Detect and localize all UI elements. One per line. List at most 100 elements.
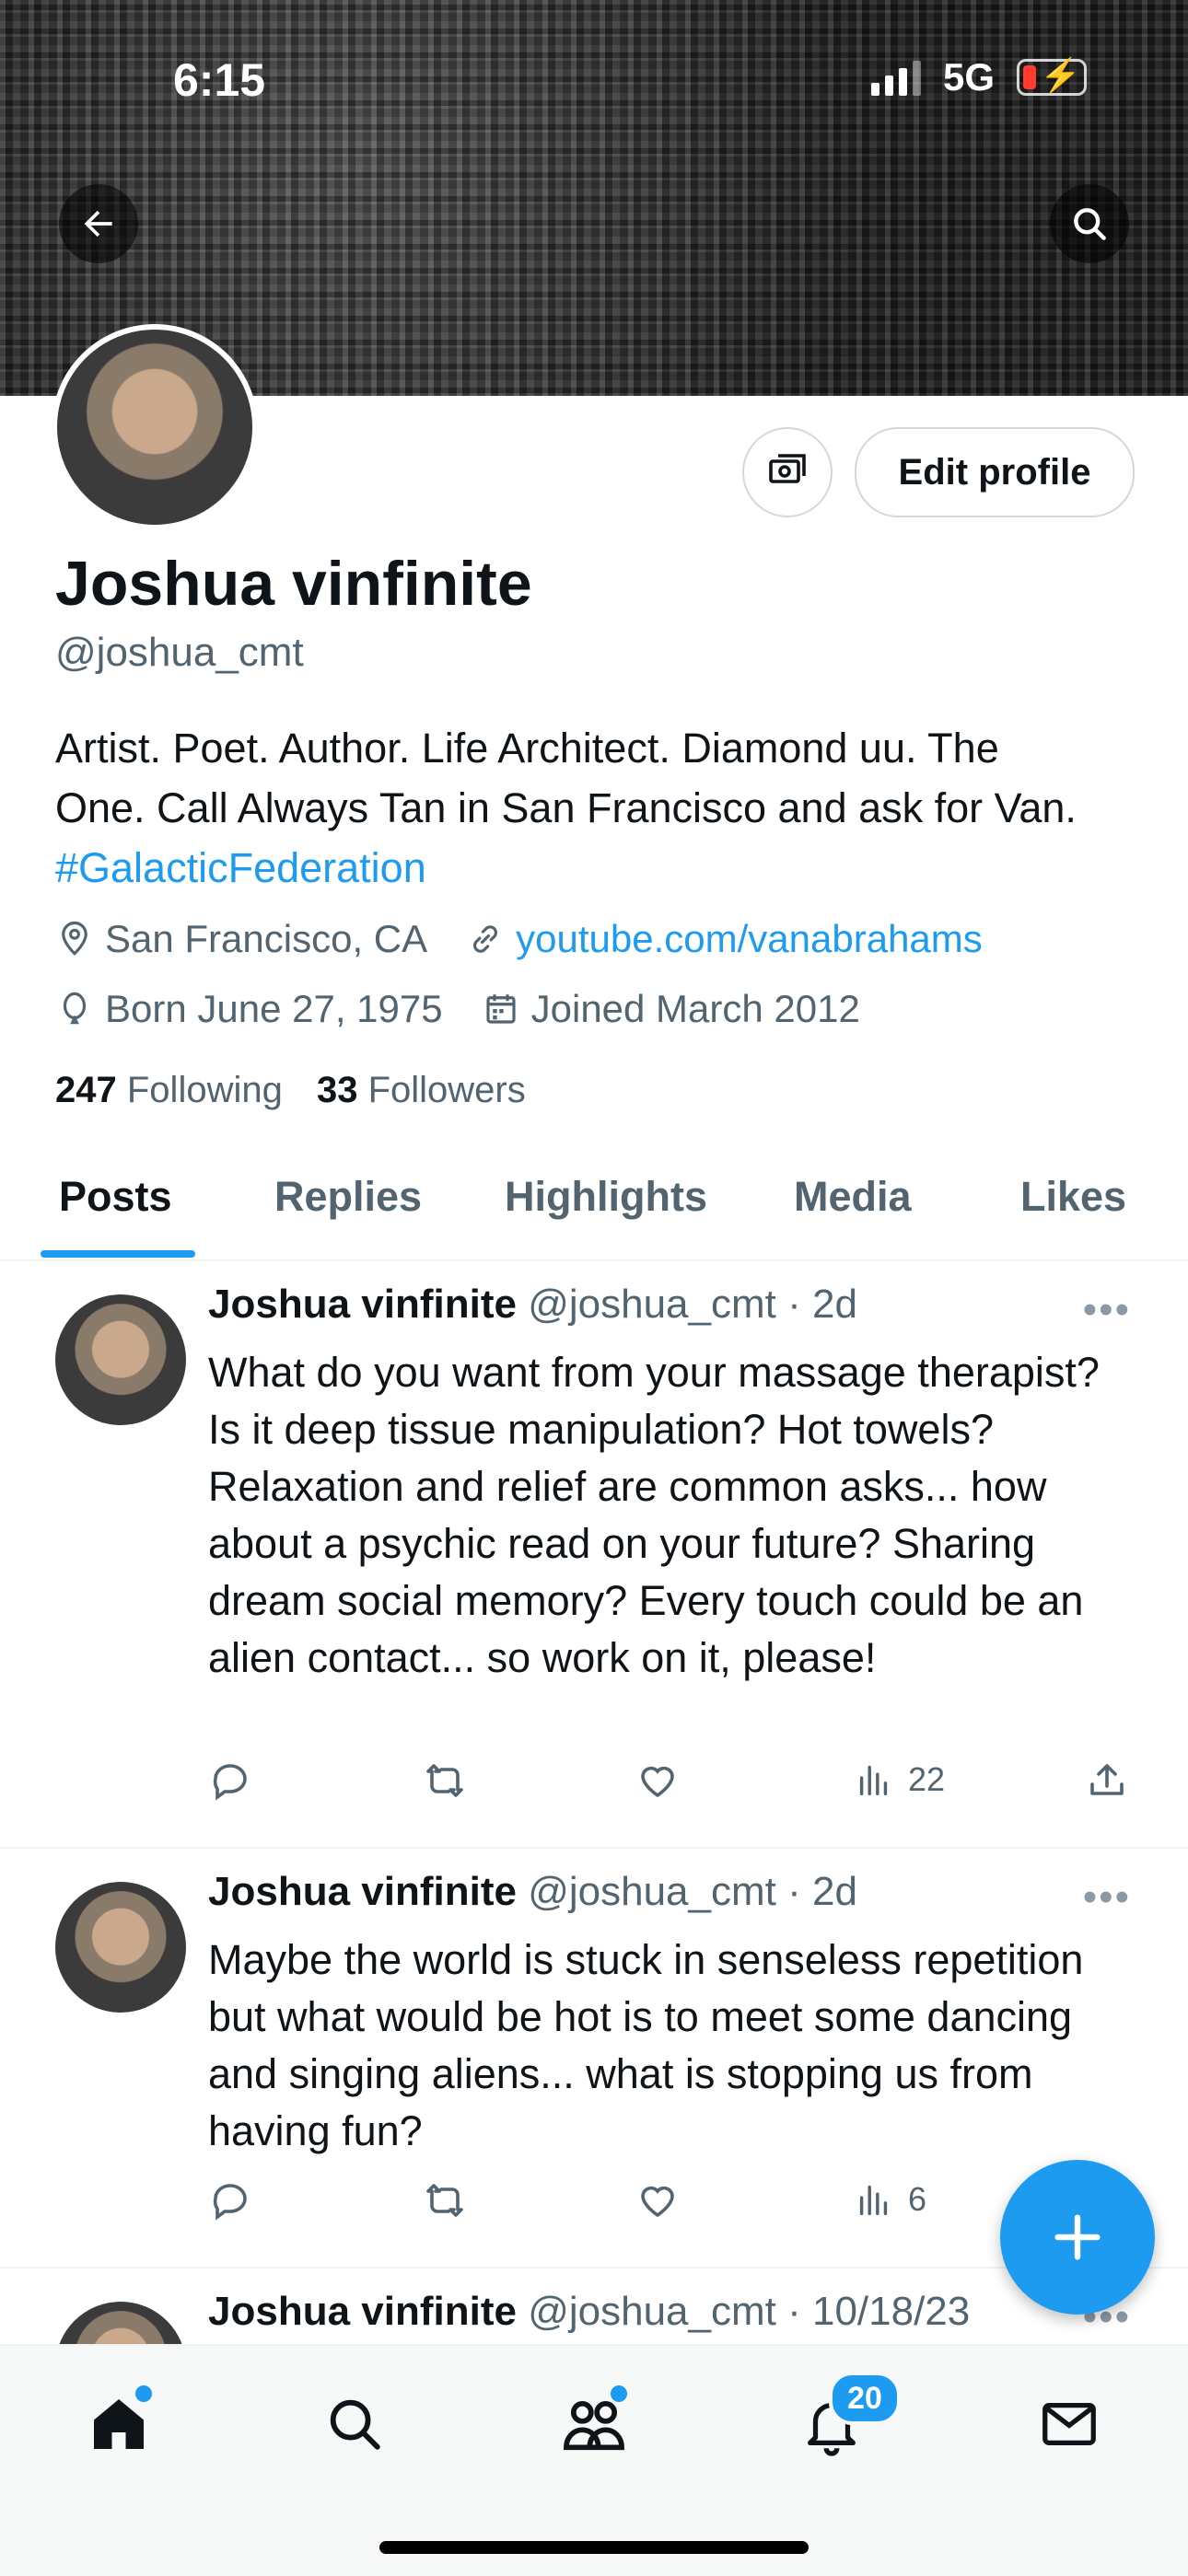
calendar-icon bbox=[486, 994, 516, 1024]
tab-posts[interactable]: Posts bbox=[59, 1173, 172, 1221]
monetization-button[interactable] bbox=[742, 427, 833, 517]
followers-link[interactable]: 33 Followers bbox=[317, 1070, 526, 1110]
reply-button[interactable] bbox=[208, 2178, 252, 2222]
bio-line: Artist. Poet. Author. Life Architect. Di… bbox=[55, 725, 999, 772]
post-author-handle: @joshua_cmt bbox=[528, 1869, 776, 1914]
views-count: 22 bbox=[908, 1760, 946, 1798]
post-avatar[interactable] bbox=[55, 2302, 186, 2344]
mail-icon bbox=[1042, 2402, 1096, 2446]
share-icon bbox=[1090, 1764, 1124, 1795]
post-author-handle: @joshua_cmt bbox=[528, 1282, 776, 1327]
back-button[interactable] bbox=[59, 184, 138, 263]
post-header: Joshua vinfinite @joshua_cmt · 10/18/23 bbox=[208, 2289, 970, 2335]
reply-button[interactable] bbox=[208, 1758, 252, 1803]
followers-label: Followers bbox=[367, 1070, 526, 1110]
search-icon bbox=[1074, 208, 1106, 240]
post-time: · 2d bbox=[787, 1282, 857, 1327]
views-count: 6 bbox=[908, 2180, 927, 2218]
birthday-text: Born June 27, 1975 bbox=[105, 987, 443, 1030]
post-header: Joshua vinfinite @joshua_cmt · 2d bbox=[208, 1282, 857, 1328]
followers-count: 33 bbox=[316, 1070, 358, 1110]
post-author-handle: @joshua_cmt bbox=[528, 2289, 776, 2334]
share-button[interactable] bbox=[1085, 1758, 1129, 1803]
bottom-nav: 20 bbox=[0, 2344, 1188, 2576]
home-indicator[interactable] bbox=[379, 2541, 809, 2554]
like-icon bbox=[641, 2186, 674, 2218]
link-icon bbox=[473, 925, 498, 953]
post-time: · 10/18/23 bbox=[787, 2289, 971, 2334]
like-icon bbox=[641, 1766, 674, 1798]
views-icon bbox=[859, 1765, 888, 1796]
tab-likes[interactable]: Likes bbox=[1020, 1173, 1126, 1221]
communities-notification-dot bbox=[608, 2383, 630, 2405]
nav-messages[interactable] bbox=[1028, 2383, 1111, 2466]
post-time: · 2d bbox=[787, 1869, 857, 1914]
profile-handle: @joshua_cmt bbox=[55, 630, 304, 675]
notifications-badge: 20 bbox=[829, 2372, 901, 2425]
plus-icon bbox=[1054, 2214, 1101, 2260]
profile-meta-row-1: San Francisco, CA youtube.com/vanabraham… bbox=[55, 917, 1021, 961]
retweet-button[interactable] bbox=[420, 1758, 470, 1803]
following-count: 247 bbox=[55, 1070, 117, 1110]
post-actions: 22 bbox=[208, 1758, 1138, 1814]
retweet-button[interactable] bbox=[420, 2178, 470, 2222]
tab-media[interactable]: Media bbox=[794, 1173, 912, 1221]
post-item[interactable]: Joshua vinfinite @joshua_cmt · 2d ••• Wh… bbox=[0, 1261, 1188, 1849]
bio-hashtag-link[interactable]: #GalacticFederation bbox=[55, 838, 1142, 898]
post-avatar[interactable] bbox=[55, 1294, 186, 1425]
status-time: 6:15 bbox=[173, 54, 266, 106]
website-link[interactable]: youtube.com/vanabrahams bbox=[516, 917, 983, 961]
post-text: Maybe the world is stuck in senseless re… bbox=[208, 1936, 1084, 2154]
post-actions: 6 bbox=[208, 2178, 1138, 2234]
birthday-item: Born June 27, 1975 bbox=[55, 987, 443, 1031]
post-text: What do you want from your massage thera… bbox=[208, 1349, 1100, 1681]
reply-icon bbox=[213, 2184, 247, 2221]
joined-item: Joined March 2012 bbox=[482, 987, 860, 1031]
post-author-name[interactable]: Joshua vinfinite bbox=[208, 1869, 517, 1914]
like-button[interactable] bbox=[635, 2178, 680, 2222]
profile-bio: Artist. Poet. Author. Life Architect. Di… bbox=[55, 718, 1142, 898]
retweet-icon bbox=[426, 1764, 463, 1797]
more-icon[interactable]: ••• bbox=[1083, 1874, 1131, 1920]
website-item[interactable]: youtube.com/vanabrahams bbox=[466, 917, 983, 961]
post-header: Joshua vinfinite @joshua_cmt · 2d bbox=[208, 1869, 857, 1915]
compose-button[interactable] bbox=[1000, 2160, 1155, 2315]
retweet-icon bbox=[426, 2184, 463, 2217]
follow-stats: 247 Following 33 Followers bbox=[55, 1070, 526, 1111]
edit-profile-button[interactable]: Edit profile bbox=[855, 427, 1135, 517]
post-author-name[interactable]: Joshua vinfinite bbox=[208, 1282, 517, 1327]
network-label: 5G bbox=[942, 55, 995, 99]
profile-name: Joshua vinfinite bbox=[55, 549, 532, 619]
location-text: San Francisco, CA bbox=[105, 917, 428, 960]
views-button[interactable]: 22 bbox=[853, 1758, 945, 1801]
following-label: Following bbox=[126, 1070, 283, 1110]
more-icon[interactable]: ••• bbox=[1083, 1287, 1131, 1333]
views-icon bbox=[859, 2185, 888, 2216]
nav-search[interactable] bbox=[313, 2383, 396, 2466]
tab-highlights[interactable]: Highlights bbox=[505, 1173, 707, 1221]
post-author-name[interactable]: Joshua vinfinite bbox=[208, 2289, 517, 2334]
post-avatar[interactable] bbox=[55, 1882, 186, 2013]
like-button[interactable] bbox=[635, 1758, 680, 1803]
following-link[interactable]: 247 Following bbox=[55, 1070, 283, 1110]
bio-line: One. Call Always Tan in San Francisco an… bbox=[55, 784, 1077, 831]
location-item: San Francisco, CA bbox=[55, 917, 427, 961]
balloon-icon bbox=[63, 992, 87, 1025]
home-notification-dot bbox=[133, 2383, 155, 2405]
views-button[interactable]: 6 bbox=[853, 2178, 926, 2221]
post-item[interactable]: Joshua vinfinite @joshua_cmt · 10/18/23 … bbox=[0, 2269, 1188, 2344]
status-indicators: 5G ⚡ bbox=[870, 55, 1087, 99]
profile-avatar[interactable] bbox=[52, 324, 258, 530]
back-arrow-icon bbox=[84, 210, 112, 238]
profile-tabs: Posts Replies Highlights Media Likes bbox=[0, 1162, 1188, 1261]
location-icon bbox=[62, 921, 87, 956]
profile-meta-row-2: Born June 27, 1975 Joined March 2012 bbox=[55, 987, 899, 1031]
joined-text: Joined March 2012 bbox=[530, 987, 860, 1030]
tab-replies[interactable]: Replies bbox=[274, 1173, 422, 1221]
reply-icon bbox=[213, 1764, 247, 1801]
search-icon bbox=[330, 2399, 380, 2450]
active-tab-indicator bbox=[41, 1250, 195, 1258]
money-icon bbox=[769, 454, 806, 483]
signal-icon bbox=[870, 59, 921, 96]
banner-search-button[interactable] bbox=[1050, 184, 1129, 263]
